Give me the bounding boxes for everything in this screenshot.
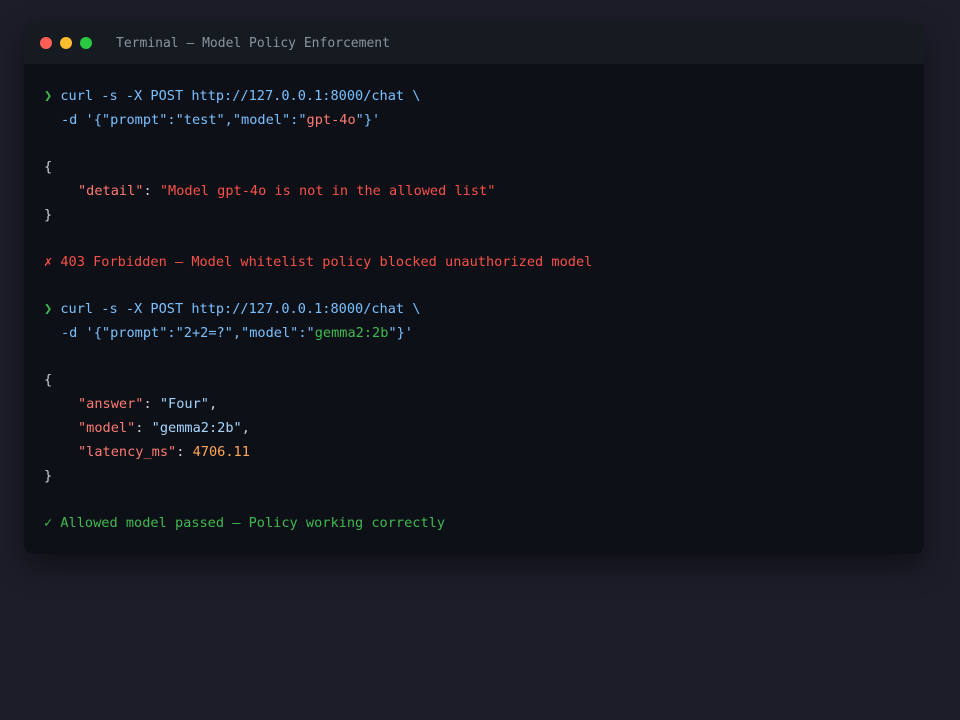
window-title: Terminal — Model Policy Enforcement — [116, 35, 390, 51]
json-key: "detail" — [78, 183, 144, 199]
json-key: "model" — [78, 420, 136, 436]
json-key: "latency_ms" — [78, 444, 177, 460]
command-line: ❯ curl -s -X POST http://127.0.0.1:8000/… — [44, 84, 904, 108]
json-answer-row: "answer": "Four", — [44, 392, 904, 416]
json-value: "Model gpt-4o is not in the allowed list… — [159, 183, 496, 199]
json-comma: , — [208, 396, 218, 412]
close-button[interactable] — [40, 37, 52, 49]
command-line: ❯ curl -s -X POST http://127.0.0.1:8000/… — [44, 297, 904, 321]
json-colon: : — [176, 444, 193, 460]
json-colon: : — [143, 396, 160, 412]
error-status: ✗ 403 Forbidden — Model whitelist policy… — [44, 254, 593, 270]
json-comma: , — [241, 420, 250, 436]
json-colon: : — [135, 420, 152, 436]
model-arg: gpt-4o — [306, 112, 356, 128]
json-value: "gemma2:2b" — [151, 420, 242, 436]
minimize-button[interactable] — [60, 37, 72, 49]
command-text: curl -s -X POST http://127.0.0.1:8000/ch… — [60, 88, 421, 104]
success-status: ✓ Allowed model passed — Policy working … — [44, 515, 446, 531]
terminal-output[interactable]: ❯ curl -s -X POST http://127.0.0.1:8000/… — [24, 64, 924, 535]
json-key: "answer" — [78, 396, 144, 412]
json-detail-row: "detail": "Model gpt-4o is not in the al… — [44, 179, 904, 203]
command-args-end: "}' — [388, 325, 413, 341]
json-value: 4706.11 — [192, 444, 250, 460]
command-continuation: -d '{"prompt":"test","model":"gpt-4o"}' — [44, 108, 904, 132]
command-args-end: "}' — [355, 112, 381, 128]
terminal-titlebar: Terminal — Model Policy Enforcement — [24, 22, 924, 64]
json-latency-row: "latency_ms": 4706.11 — [44, 440, 904, 464]
command-continuation: -d '{"prompt":"2+2=?","model":"gemma2:2b… — [44, 321, 904, 345]
maximize-button[interactable] — [80, 37, 92, 49]
terminal-window: Terminal — Model Policy Enforcement ❯ cu… — [24, 22, 924, 554]
command-text: curl -s -X POST http://127.0.0.1:8000/ch… — [60, 301, 421, 317]
json-open-brace: { — [44, 159, 53, 175]
json-close-brace: } — [44, 207, 53, 223]
prompt-symbol: ❯ — [44, 88, 53, 104]
json-value: "Four" — [159, 396, 209, 412]
model-arg: gemma2:2b — [314, 325, 389, 341]
json-colon: : — [143, 183, 160, 199]
json-close-brace: } — [44, 468, 53, 484]
json-model-row: "model": "gemma2:2b", — [44, 416, 904, 440]
prompt-symbol: ❯ — [44, 301, 53, 317]
command-args: -d '{"prompt":"2+2=?","model":" — [61, 325, 315, 341]
json-open-brace: { — [44, 372, 53, 388]
command-args: -d '{"prompt":"test","model":" — [61, 112, 307, 128]
